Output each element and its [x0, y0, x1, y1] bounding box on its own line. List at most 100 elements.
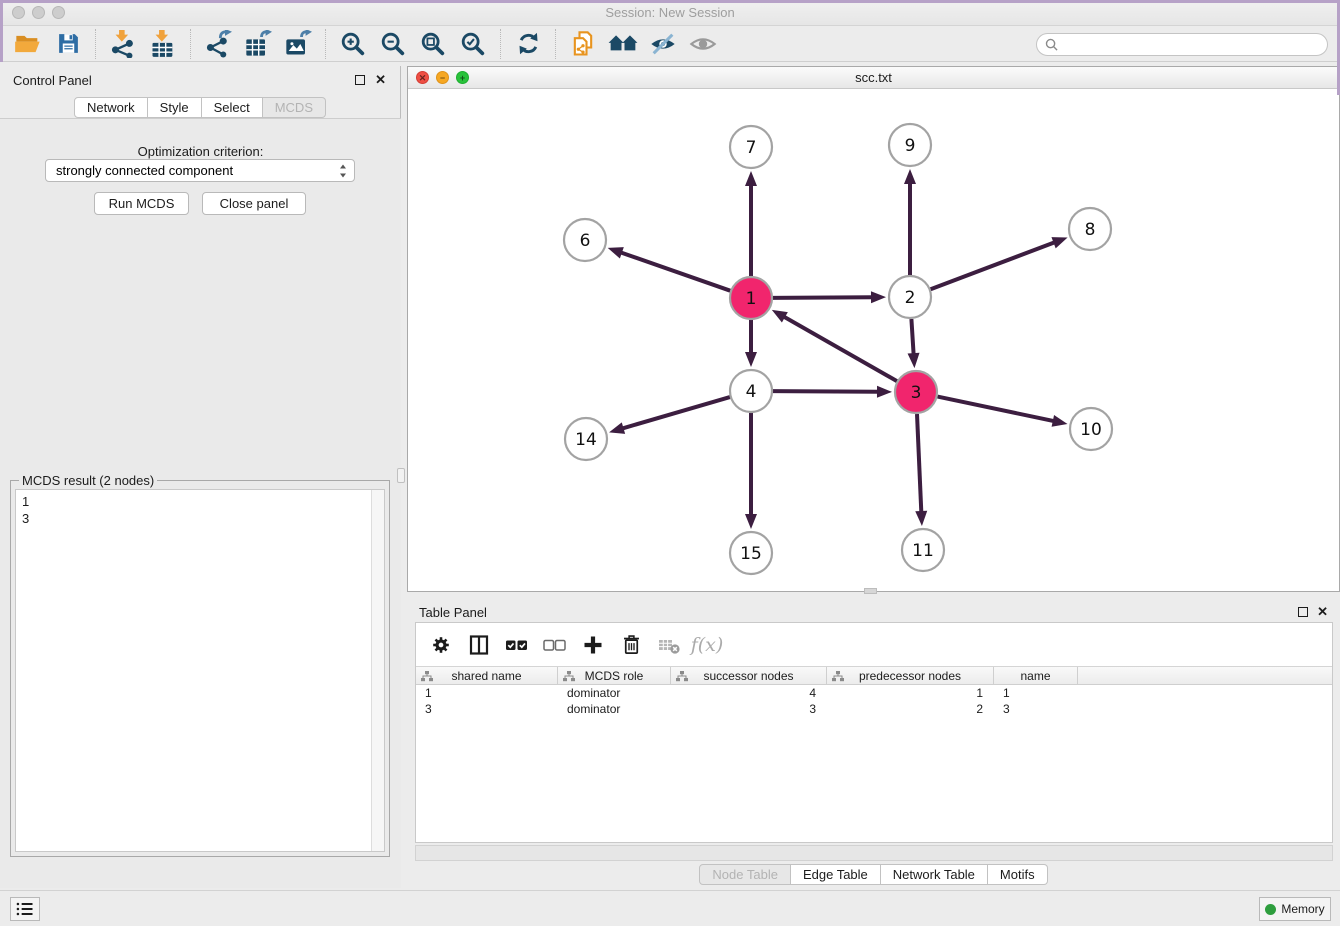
home-view-button[interactable]: [603, 28, 643, 60]
close-panel-button[interactable]: Close panel: [202, 192, 306, 215]
zoom-fit-button[interactable]: [413, 28, 453, 60]
control-panel: Control Panel ✕ Network Style Select MCD…: [0, 66, 401, 888]
graph-node-label: 9: [905, 136, 916, 156]
zoom-fit-icon: [419, 30, 447, 58]
table-row[interactable]: 3dominator323: [416, 701, 1332, 717]
graph-node-label: 7: [746, 138, 757, 158]
criterion-dropdown[interactable]: strongly connected component: [45, 159, 355, 182]
column-header-MCDS-role[interactable]: MCDS role: [558, 667, 671, 684]
tab-select[interactable]: Select: [202, 97, 263, 118]
float-table-panel-icon[interactable]: [1298, 607, 1308, 617]
zoom-out-button[interactable]: [373, 28, 413, 60]
network-view-window: ✕ − + scc.txt 7968124314101511: [407, 66, 1340, 592]
splitter-handle[interactable]: [397, 468, 405, 483]
edge-3-1[interactable]: [784, 317, 897, 381]
column-header-predecessor-nodes[interactable]: predecessor nodes: [827, 667, 994, 684]
table-cell: 1: [416, 685, 558, 701]
table-cell: dominator: [558, 701, 671, 717]
close-panel-icon[interactable]: ✕: [375, 72, 386, 88]
select-columns-button[interactable]: [464, 630, 494, 660]
tab-style[interactable]: Style: [148, 97, 202, 118]
show-all-button[interactable]: [683, 28, 723, 60]
delete-column-button[interactable]: [616, 630, 646, 660]
import-network-button[interactable]: [103, 28, 143, 60]
network-resize-handle[interactable]: [864, 588, 877, 594]
zoom-out-icon: [379, 30, 407, 58]
table-cell: 3: [994, 701, 1078, 717]
export-table-icon: [244, 30, 272, 58]
table-settings-button[interactable]: [426, 630, 456, 660]
delete-table-button[interactable]: [654, 630, 684, 660]
task-history-button[interactable]: [10, 897, 40, 921]
save-session-button[interactable]: [48, 28, 88, 60]
duplicate-network-icon: [569, 30, 597, 58]
list-icon: [15, 900, 35, 918]
refresh-network-button[interactable]: [508, 28, 548, 60]
graph-node-label: 1: [746, 289, 757, 309]
graph-node-label: 14: [575, 430, 597, 450]
table-row[interactable]: 1dominator411: [416, 685, 1332, 701]
export-image-button[interactable]: [278, 28, 318, 60]
mcds-panel-body: Optimization criterion: strongly connect…: [0, 118, 401, 888]
column-header-label: name: [1020, 669, 1050, 683]
edge-4-14[interactable]: [623, 397, 730, 428]
edge-3-11[interactable]: [917, 414, 921, 512]
tab-network-table[interactable]: Network Table: [881, 864, 988, 885]
column-header-successor-nodes[interactable]: successor nodes: [671, 667, 827, 684]
hide-selected-button[interactable]: [643, 28, 683, 60]
table-panel: Table Panel ✕: [407, 598, 1340, 888]
app-titlebar: Session: New Session: [0, 0, 1340, 26]
mcds-result-list[interactable]: 1 3: [15, 489, 385, 852]
edge-1-6[interactable]: [621, 253, 730, 291]
run-mcds-button[interactable]: Run MCDS: [94, 192, 189, 215]
tab-edge-table[interactable]: Edge Table: [791, 864, 881, 885]
edge-1-2[interactable]: [773, 297, 872, 298]
import-table-button[interactable]: [143, 28, 183, 60]
search-field[interactable]: [1036, 33, 1328, 56]
column-header-label: MCDS role: [585, 669, 644, 683]
float-panel-icon[interactable]: [355, 75, 365, 85]
select-all-rows-button[interactable]: [502, 630, 532, 660]
network-window-titlebar[interactable]: ✕ − + scc.txt: [408, 67, 1339, 89]
add-column-button[interactable]: [578, 630, 608, 660]
tab-motifs[interactable]: Motifs: [988, 864, 1048, 885]
deselect-all-rows-button[interactable]: [540, 630, 570, 660]
memory-button[interactable]: Memory: [1259, 897, 1331, 921]
tab-network[interactable]: Network: [74, 97, 148, 118]
columns-icon: [467, 633, 491, 657]
search-input[interactable]: [1063, 38, 1327, 52]
edge-3-10[interactable]: [938, 397, 1054, 422]
graph-node-label: 15: [740, 544, 762, 564]
export-table-button[interactable]: [238, 28, 278, 60]
table-cell: 1: [994, 685, 1078, 701]
tab-mcds[interactable]: MCDS: [263, 97, 326, 118]
graph-node-label: 8: [1085, 220, 1096, 240]
fx-icon: f(x): [691, 634, 724, 656]
graph-node-label: 3: [911, 383, 922, 403]
window-border-top: [0, 0, 1340, 3]
trash-icon: [620, 633, 643, 656]
table-horizontal-scrollbar[interactable]: [415, 845, 1333, 861]
edge-4-3[interactable]: [773, 391, 878, 392]
close-table-panel-icon[interactable]: ✕: [1317, 604, 1328, 620]
checked-boxes-icon: [504, 633, 530, 657]
network-canvas[interactable]: 7968124314101511: [408, 89, 1339, 591]
main-toolbar: [0, 26, 1340, 62]
function-builder-button[interactable]: f(x): [692, 630, 722, 660]
result-scrollbar[interactable]: [371, 490, 384, 851]
eye-slash-icon: [649, 31, 677, 57]
open-session-button[interactable]: [8, 28, 48, 60]
optimization-criterion-label: Optimization criterion:: [0, 144, 401, 159]
edge-2-3[interactable]: [911, 319, 913, 354]
zoom-selected-button[interactable]: [453, 28, 493, 60]
mcds-result-line: 1: [22, 493, 384, 510]
zoom-in-button[interactable]: [333, 28, 373, 60]
tab-node-table[interactable]: Node Table: [699, 864, 791, 885]
column-header-shared-name[interactable]: shared name: [416, 667, 558, 684]
duplicate-network-button[interactable]: [563, 28, 603, 60]
export-network-button[interactable]: [198, 28, 238, 60]
column-header-name[interactable]: name: [994, 667, 1078, 684]
table-cell: 1: [827, 685, 994, 701]
edge-2-8[interactable]: [931, 242, 1055, 289]
node-table-container: f(x) shared name MCDS role successor nodes…: [415, 622, 1333, 843]
